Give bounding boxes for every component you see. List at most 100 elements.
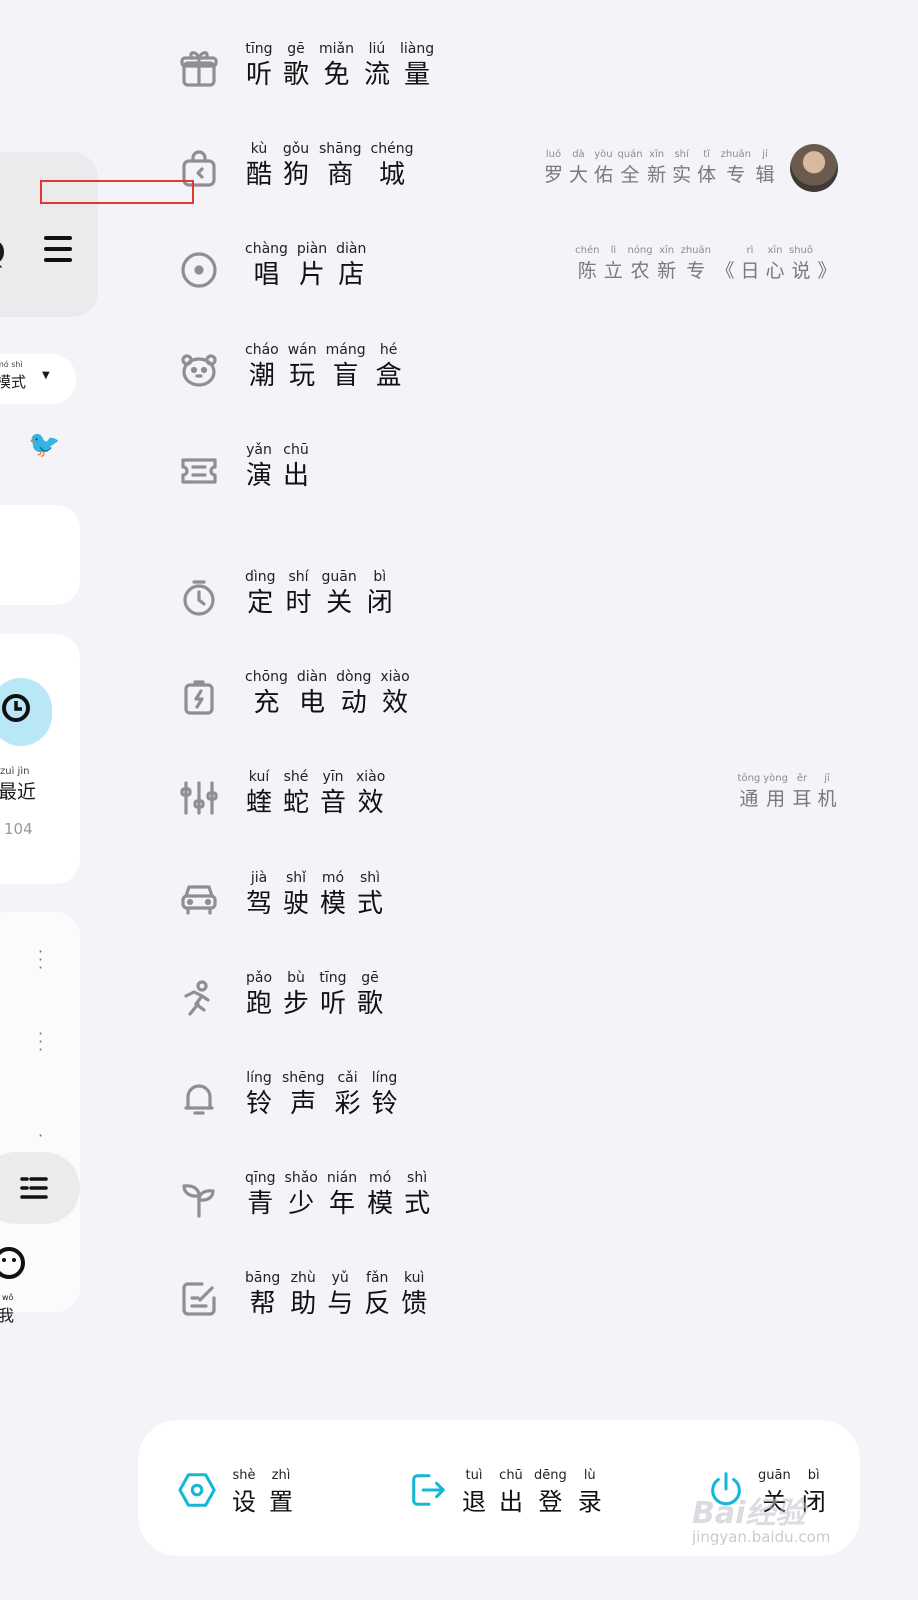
pinyin: rì (746, 245, 754, 257)
menu-item[interactable]: tīng 听 gē 歌 miǎn 免 liú 流 liàng 量 (178, 38, 838, 104)
hanzi: 农 (630, 260, 650, 283)
hanzi: 片 (299, 260, 326, 291)
hanzi: 式 (356, 888, 383, 919)
hanzi: 全 (620, 164, 640, 187)
ruby-char: guān 关 (322, 568, 357, 620)
ruby-char: wán 玩 (288, 341, 317, 393)
ruby-char: mó 模 (319, 869, 347, 921)
ruby-text: bāng 帮 zhù 助 yǔ 与 fǎn 反 kuì 馈 (245, 1269, 428, 1321)
pinyin: jí (762, 149, 768, 161)
ruby-text: chōng 充 diàn 电 dòng 动 xiào 效 (245, 668, 410, 720)
background-page: Q mó shì 模式 ▼ 🐦 zuì jìn 最近 104 ··· ··· ·… (0, 0, 110, 1600)
menu-item[interactable]: pǎo 跑 bù 步 tīng 听 gē 歌 (178, 967, 838, 1033)
ruby-char: xīn 新 (656, 244, 678, 284)
ruby-char: diàn 电 (297, 668, 327, 720)
ruby-text: kù 酷 gǒu 狗 shāng 商 chéng 城 (245, 140, 413, 192)
pinyin: cǎi (337, 1070, 358, 1086)
hanzi: 助 (290, 1289, 317, 1320)
pinyin: xīn (649, 149, 665, 161)
menu-item[interactable]: kù 酷 gǒu 狗 shāng 商 chéng 城 luó 罗 dà 大 yòu 佑 quán 全 xīn 新 s… (178, 138, 838, 204)
pinyin: liú (368, 41, 386, 57)
hanzi: 动 (340, 688, 367, 719)
pinyin: nián (326, 1170, 358, 1187)
hanzi: 青 (247, 1189, 274, 1220)
hanzi: 玩 (289, 360, 316, 391)
hanzi: 帮 (249, 1289, 276, 1320)
menu-item[interactable]: bāng 帮 zhù 助 yǔ 与 fǎn 反 kuì 馈 (178, 1267, 838, 1333)
ruby-char: shí 时 (285, 568, 313, 620)
playlist-button (0, 1152, 80, 1224)
pinyin: mó (368, 1170, 392, 1187)
hanzi: 步 (282, 988, 309, 1019)
ruby-text: chén 陈 lì 立 nóng 农 xīn 新 zhuān 专《 rì 日 xīn 心 shuō 说》 (575, 244, 838, 284)
hanzi: 效 (382, 688, 409, 719)
hanzi: 驶 (282, 888, 309, 919)
pinyin: qīng (245, 1170, 276, 1187)
pinyin: yǎn (246, 441, 272, 458)
equalizer-icon (180, 781, 218, 815)
pinyin: fǎn (366, 1270, 389, 1287)
hanzi: 演 (245, 460, 272, 491)
menu-item[interactable]: qīng 青 shǎo 少 nián 年 mó 模 shì 式 (178, 1167, 838, 1233)
hanzi: 驾 (245, 888, 272, 919)
ruby-char: qīng 青 (245, 1169, 276, 1221)
pinyin: tǐ (703, 149, 710, 161)
ruby-char: tōng 通 (738, 772, 761, 812)
pinyin: shì (407, 1170, 428, 1187)
menu-item[interactable]: cháo 潮 wán 玩 máng 盲 hé 盒 (178, 339, 838, 405)
sprout-icon (182, 1184, 215, 1218)
pinyin: zhù (290, 1270, 316, 1287)
ruby-char: shè 设 (230, 1467, 258, 1519)
pinyin: líng (246, 1070, 272, 1086)
ruby-char: shēng 声 (282, 1069, 325, 1121)
ruby-text: tīng 听 gē 歌 miǎn 免 liú 流 liàng 量 (245, 40, 434, 92)
background-card (0, 634, 80, 884)
hanzi: 说 (791, 260, 811, 283)
recent-count: 104 (4, 820, 33, 838)
menu-item-note: chén 陈 lì 立 nóng 农 xīn 新 zhuān 专《 rì 日 xīn 心 shuō 说》 (575, 244, 838, 284)
me-label: 我 (0, 1306, 15, 1325)
ruby-char: dòng 动 (336, 668, 371, 720)
hanzi: 店 (338, 260, 365, 291)
pinyin: wán (287, 341, 317, 358)
hanzi: 量 (404, 60, 431, 90)
menu-item[interactable]: líng 铃 shēng 声 cǎi 彩 líng 铃 (178, 1067, 838, 1133)
ruby-char: bì 闭 (366, 568, 394, 620)
ruby-text: qīng 青 shǎo 少 nián 年 mó 模 shì 式 (245, 1169, 431, 1221)
pinyin: chōng (245, 669, 288, 686)
ruby-char: líng 铃 (245, 1069, 273, 1121)
ruby-char: miǎn 免 (319, 40, 354, 92)
pinyin: chū (499, 1468, 523, 1483)
ruby-char: kuí 蝰 (245, 768, 273, 820)
menu-item-label: dìng 定 shí 时 guān 关 bì 闭 (245, 566, 394, 620)
ruby-char: shì 式 (356, 869, 384, 921)
pinyin: zhuān (680, 245, 711, 257)
hanzi: 实 (672, 164, 692, 187)
ruby-char: bāng 帮 (245, 1269, 280, 1321)
ruby-text: pǎo 跑 bù 步 tīng 听 gē 歌 (245, 969, 384, 1021)
menu-item[interactable]: dìng 定 shí 时 guān 关 bì 闭 (178, 566, 838, 632)
hanzi: 出 (499, 1488, 523, 1516)
hanzi: 式 (404, 1189, 431, 1220)
hanzi: 彩 (334, 1089, 361, 1119)
menu-item[interactable]: chàng 唱 piàn 片 diàn 店 chén 陈 lì 立 nóng 农 xīn 新 zhuān 专《… (178, 238, 838, 304)
menu-item-label: cháo 潮 wán 玩 máng 盲 hé 盒 (245, 339, 403, 393)
hanzi: 充 (253, 688, 280, 719)
ruby-char: hé 盒 (375, 341, 403, 393)
ruby-text: chàng 唱 piàn 片 diàn 店 (245, 240, 366, 292)
menu-item[interactable]: kuí 蝰 shé 蛇 yīn 音 xiào 效 tōng 通 yòng 用 ěr 耳 jī 机 (178, 766, 838, 832)
hanzi: 日 (740, 260, 760, 283)
menu-item[interactable]: yǎn 演 chū 出 (178, 439, 838, 505)
pinyin: shǎo (284, 1170, 318, 1187)
ruby-char: shǐ 驶 (282, 869, 310, 921)
hanzi: 耳 (792, 788, 812, 811)
hanzi: 立 (603, 260, 623, 283)
menu-item[interactable]: chōng 充 diàn 电 dòng 动 xiào 效 (178, 666, 838, 732)
hanzi: 退 (462, 1488, 486, 1516)
ticket-icon (181, 458, 217, 484)
menu-item-label: kù 酷 gǒu 狗 shāng 商 chéng 城 (245, 138, 413, 192)
menu-item-label: chōng 充 diàn 电 dòng 动 xiào 效 (245, 666, 410, 720)
menu-item[interactable]: jià 驾 shǐ 驶 mó 模 shì 式 (178, 867, 838, 933)
ruby-char: xīn 新 (646, 148, 668, 188)
ruby-char: yǔ 与 (326, 1269, 354, 1321)
